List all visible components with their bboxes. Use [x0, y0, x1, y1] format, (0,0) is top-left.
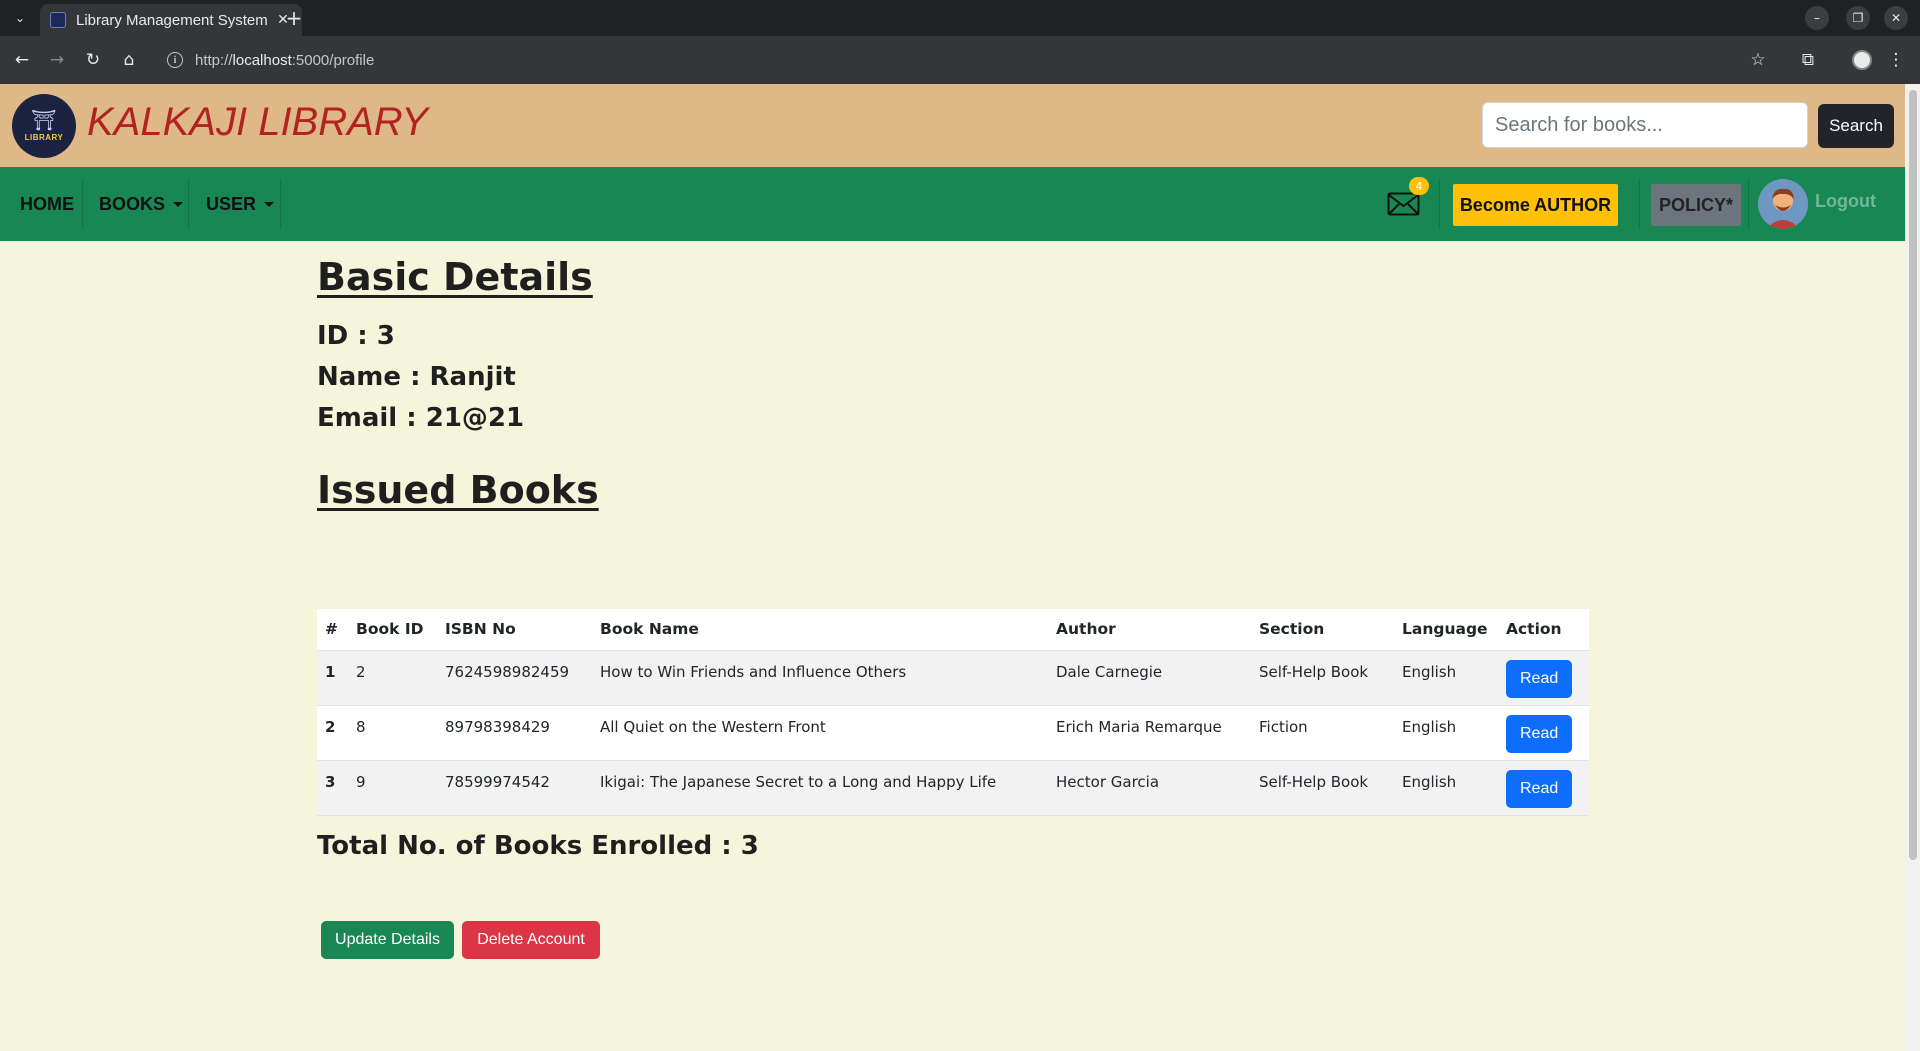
library-logo[interactable]: ⛩ LIBRARY [12, 94, 76, 158]
issued-books-heading: Issued Books [317, 468, 599, 512]
isbn: 7624598982459 [437, 650, 592, 706]
read-button[interactable]: Read [1506, 714, 1573, 753]
info-icon[interactable]: i [167, 52, 183, 68]
restore-icon[interactable]: ❐ [1846, 6, 1870, 30]
author: Dale Carnegie [1048, 650, 1251, 706]
chevron-down-icon [264, 201, 275, 207]
reload-icon[interactable]: ↻ [81, 48, 105, 72]
url-text: http://localhost:5000/profile [195, 51, 375, 69]
row-number: 2 [317, 705, 348, 761]
book-name: All Quiet on the Western Front [592, 705, 1048, 761]
browser-tab-bar: ⌄ Library Management System ✕ + – ❐ ✕ [0, 0, 1920, 36]
total-books-enrolled: Total No. of Books Enrolled : 3 [317, 831, 759, 861]
table-row: 3 9 78599974542 Ikigai: The Japanese Sec… [317, 760, 1589, 816]
book-name: Ikigai: The Japanese Secret to a Long an… [592, 760, 1048, 816]
nav-divider [1748, 179, 1749, 229]
mail-icon[interactable] [1387, 192, 1420, 216]
language: English [1394, 760, 1498, 816]
language: English [1394, 650, 1498, 706]
scrollbar-thumb[interactable] [1909, 90, 1917, 860]
read-button[interactable]: Read [1506, 659, 1573, 698]
row-number: 3 [317, 760, 348, 816]
home-icon[interactable]: ⌂ [117, 48, 141, 72]
nav-user[interactable]: USER [206, 167, 275, 241]
page-viewport: ⛩ LIBRARY KALKAJI LIBRARY Search HOME BO… [0, 84, 1905, 1051]
avatar-icon[interactable] [1758, 179, 1808, 229]
column-header: Book ID [348, 609, 437, 651]
search-button[interactable]: Search [1818, 104, 1894, 148]
logout-link[interactable]: Logout [1815, 191, 1876, 212]
browser-toolbar: ← → ↻ ⌂ i http://localhost:5000/profile … [0, 36, 1920, 84]
window-close-icon[interactable]: ✕ [1884, 6, 1908, 30]
column-header: Action [1498, 609, 1589, 651]
star-icon[interactable]: ☆ [1746, 48, 1770, 72]
become-author-button[interactable]: Become AUTHOR [1453, 184, 1618, 226]
browser-tab[interactable]: Library Management System ✕ [40, 4, 302, 36]
profile-icon[interactable] [1850, 48, 1874, 72]
language: English [1394, 705, 1498, 761]
logo-text: LIBRARY [24, 133, 64, 142]
user-name: Name : Ranjit [317, 362, 516, 392]
nav-home[interactable]: HOME [20, 167, 74, 241]
table-header-row: # Book ID ISBN No Book Name Author Secti… [317, 609, 1589, 651]
menu-icon[interactable]: ⋮ [1884, 48, 1908, 72]
search-input[interactable] [1482, 102, 1808, 148]
site-title: KALKAJI LIBRARY [87, 100, 428, 144]
notification-badge: 4 [1409, 177, 1429, 195]
section: Self-Help Book [1251, 650, 1394, 706]
table-row: 2 8 89798398429 All Quiet on the Western… [317, 705, 1589, 761]
site-header: ⛩ LIBRARY KALKAJI LIBRARY Search [0, 84, 1905, 167]
favicon-icon [50, 12, 66, 28]
nav-divider [280, 179, 281, 229]
forward-icon[interactable]: → [45, 48, 69, 72]
policy-button[interactable]: POLICY* [1651, 184, 1741, 226]
tab-list-icon[interactable]: ⌄ [8, 6, 32, 30]
action-cell: Read [1498, 650, 1589, 706]
nav-divider [188, 179, 189, 229]
extensions-icon[interactable]: ⧉ [1796, 48, 1820, 72]
section: Fiction [1251, 705, 1394, 761]
table-row: 1 2 7624598982459 How to Win Friends and… [317, 650, 1589, 706]
user-id: ID : 3 [317, 321, 395, 351]
delete-account-button[interactable]: Delete Account [462, 921, 600, 959]
isbn: 78599974542 [437, 760, 592, 816]
nav-divider [1639, 179, 1640, 229]
nav-divider [1439, 179, 1440, 229]
column-header: Author [1048, 609, 1251, 651]
book-id: 2 [348, 650, 437, 706]
book-name: How to Win Friends and Influence Others [592, 650, 1048, 706]
author: Erich Maria Remarque [1048, 705, 1251, 761]
page-scrollbar[interactable] [1905, 84, 1920, 1051]
action-cell: Read [1498, 760, 1589, 816]
back-icon[interactable]: ← [10, 48, 34, 72]
action-cell: Read [1498, 705, 1589, 761]
update-details-button[interactable]: Update Details [321, 921, 454, 959]
basic-details-heading: Basic Details [317, 255, 593, 299]
main-navbar: HOME BOOKS USER [0, 167, 1905, 241]
isbn: 89798398429 [437, 705, 592, 761]
column-header: Book Name [592, 609, 1048, 651]
plus-icon[interactable]: + [282, 6, 306, 30]
address-bar[interactable]: i http://localhost:5000/profile [155, 43, 1765, 77]
column-header: # [317, 609, 348, 651]
minimize-icon[interactable]: – [1805, 6, 1829, 30]
row-number: 1 [317, 650, 348, 706]
column-header: Language [1394, 609, 1498, 651]
read-button[interactable]: Read [1506, 769, 1573, 808]
nav-divider [82, 179, 83, 229]
logo-emblem-icon: ⛩ [31, 108, 57, 132]
issued-books-table: # Book ID ISBN No Book Name Author Secti… [317, 609, 1589, 816]
section: Self-Help Book [1251, 760, 1394, 816]
book-id: 8 [348, 705, 437, 761]
user-email: Email : 21@21 [317, 403, 525, 433]
chevron-down-icon [173, 201, 184, 207]
column-header: Section [1251, 609, 1394, 651]
column-header: ISBN No [437, 609, 592, 651]
book-id: 9 [348, 760, 437, 816]
tab-title: Library Management System [76, 11, 268, 29]
author: Hector Garcia [1048, 760, 1251, 816]
nav-books[interactable]: BOOKS [99, 167, 184, 241]
